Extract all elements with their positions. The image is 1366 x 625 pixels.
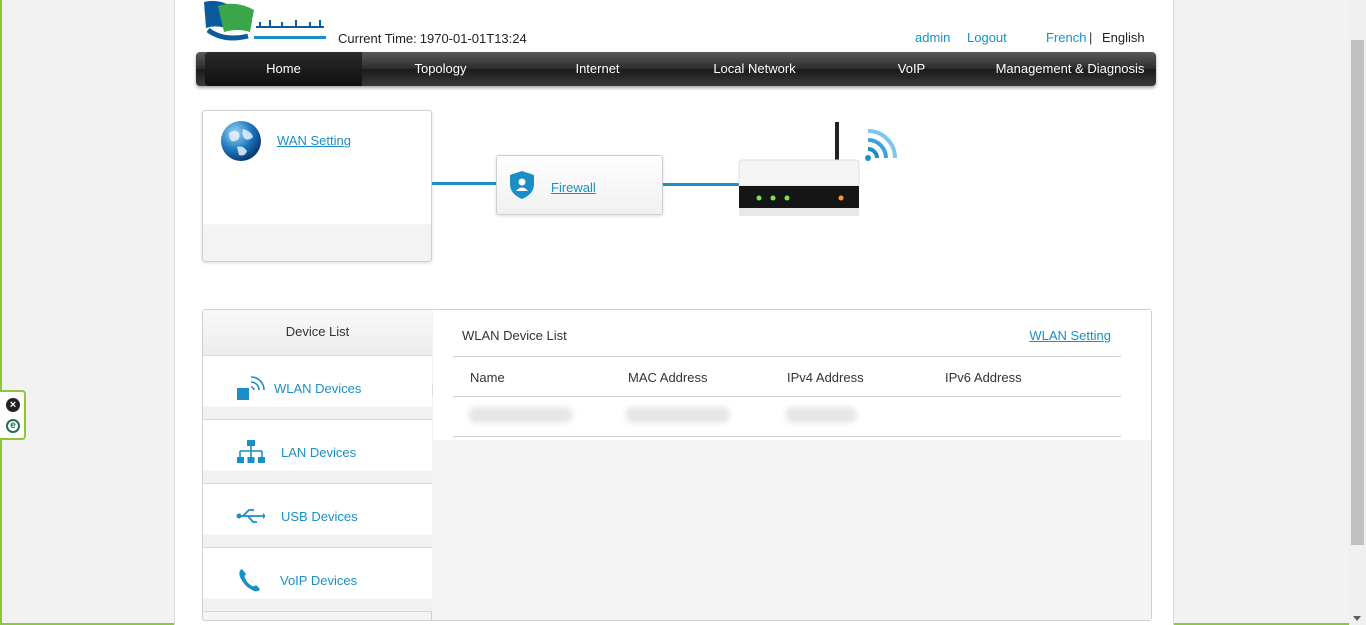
blurred-device-name xyxy=(468,407,573,423)
blurred-device-mac xyxy=(625,407,730,423)
close-circle-icon[interactable]: × xyxy=(6,398,20,412)
table-top-divider xyxy=(453,356,1121,357)
device-item-wlan[interactable]: WLAN Devices xyxy=(203,356,432,420)
nav-voip[interactable]: VoIP xyxy=(833,52,990,86)
device-item-voip-label: VoIP Devices xyxy=(280,573,358,588)
device-list-title: Device List xyxy=(203,310,432,356)
wlan-device-list-panel: WLAN Device List WLAN Setting Name MAC A… xyxy=(433,310,1151,620)
device-panel: Device List WLAN Devices LAN Devices USB… xyxy=(202,309,1152,621)
shield-icon xyxy=(510,171,534,199)
device-item-lan-label: LAN Devices xyxy=(281,445,357,460)
lan-network-icon xyxy=(237,440,265,463)
language-english-link[interactable]: English xyxy=(1102,30,1145,45)
wan-panel: WAN Setting xyxy=(202,110,432,262)
table-header-divider xyxy=(453,396,1121,397)
wlan-setting-link[interactable]: WLAN Setting xyxy=(1029,328,1111,343)
brand-logo xyxy=(204,0,328,41)
device-item-voip[interactable]: VoIP Devices xyxy=(203,548,432,612)
column-header-mac: MAC Address xyxy=(628,370,708,385)
firewall-panel: Firewall xyxy=(496,155,663,215)
device-item-usb[interactable]: USB Devices xyxy=(203,484,432,548)
main-nav: Home Topology Internet Local Network VoI… xyxy=(196,52,1156,86)
language-french-link[interactable]: French xyxy=(1046,30,1086,45)
globe-icon xyxy=(221,121,261,161)
wan-setting-link[interactable]: WAN Setting xyxy=(277,133,351,148)
current-time-label: Current Time: xyxy=(338,31,417,46)
logout-link[interactable]: Logout xyxy=(967,30,1007,45)
firewall-link[interactable]: Firewall xyxy=(551,180,596,195)
current-time-value: 1970-01-01T13:24 xyxy=(419,31,527,46)
e-circle-icon[interactable]: e xyxy=(6,419,20,433)
device-item-usb-label: USB Devices xyxy=(281,509,358,524)
router-icon xyxy=(738,122,897,216)
side-toolbar: × e xyxy=(0,390,26,440)
nav-home[interactable]: Home xyxy=(205,52,362,86)
column-header-name: Name xyxy=(470,370,505,385)
column-header-ipv4: IPv4 Address xyxy=(787,370,864,385)
language-separator: | xyxy=(1089,30,1093,45)
device-item-lan[interactable]: LAN Devices xyxy=(203,420,432,484)
scroll-down-arrow-icon[interactable] xyxy=(1353,616,1361,621)
blurred-device-ipv4 xyxy=(785,407,857,423)
table-row-divider xyxy=(453,436,1121,437)
topology-connector-1 xyxy=(432,182,496,185)
column-header-ipv6: IPv6 Address xyxy=(945,370,1022,385)
nav-topology[interactable]: Topology xyxy=(362,52,519,86)
wlan-device-icon xyxy=(237,376,265,400)
device-list-sidebar: Device List WLAN Devices LAN Devices USB… xyxy=(203,310,432,620)
wlan-device-table-area: WLAN Device List WLAN Setting Name MAC A… xyxy=(433,310,1151,440)
scrollbar-thumb[interactable] xyxy=(1351,40,1364,545)
device-item-wlan-label: WLAN Devices xyxy=(274,381,362,396)
admin-link[interactable]: admin xyxy=(915,30,950,45)
empty-content-area xyxy=(433,440,1151,620)
wlan-device-list-title: WLAN Device List xyxy=(462,328,567,343)
nav-management-diagnosis[interactable]: Management & Diagnosis xyxy=(990,52,1150,86)
main-page: Current Time: 1970-01-01T13:24 admin Logo… xyxy=(174,0,1174,625)
current-time: Current Time: 1970-01-01T13:24 xyxy=(335,31,527,46)
phone-icon xyxy=(239,569,260,592)
topology-connector-2 xyxy=(663,183,739,186)
window-frame-left xyxy=(0,0,2,625)
nav-local-network[interactable]: Local Network xyxy=(676,52,833,86)
page-scrollbar[interactable] xyxy=(1349,0,1366,625)
nav-internet[interactable]: Internet xyxy=(519,52,676,86)
usb-icon xyxy=(236,509,265,523)
